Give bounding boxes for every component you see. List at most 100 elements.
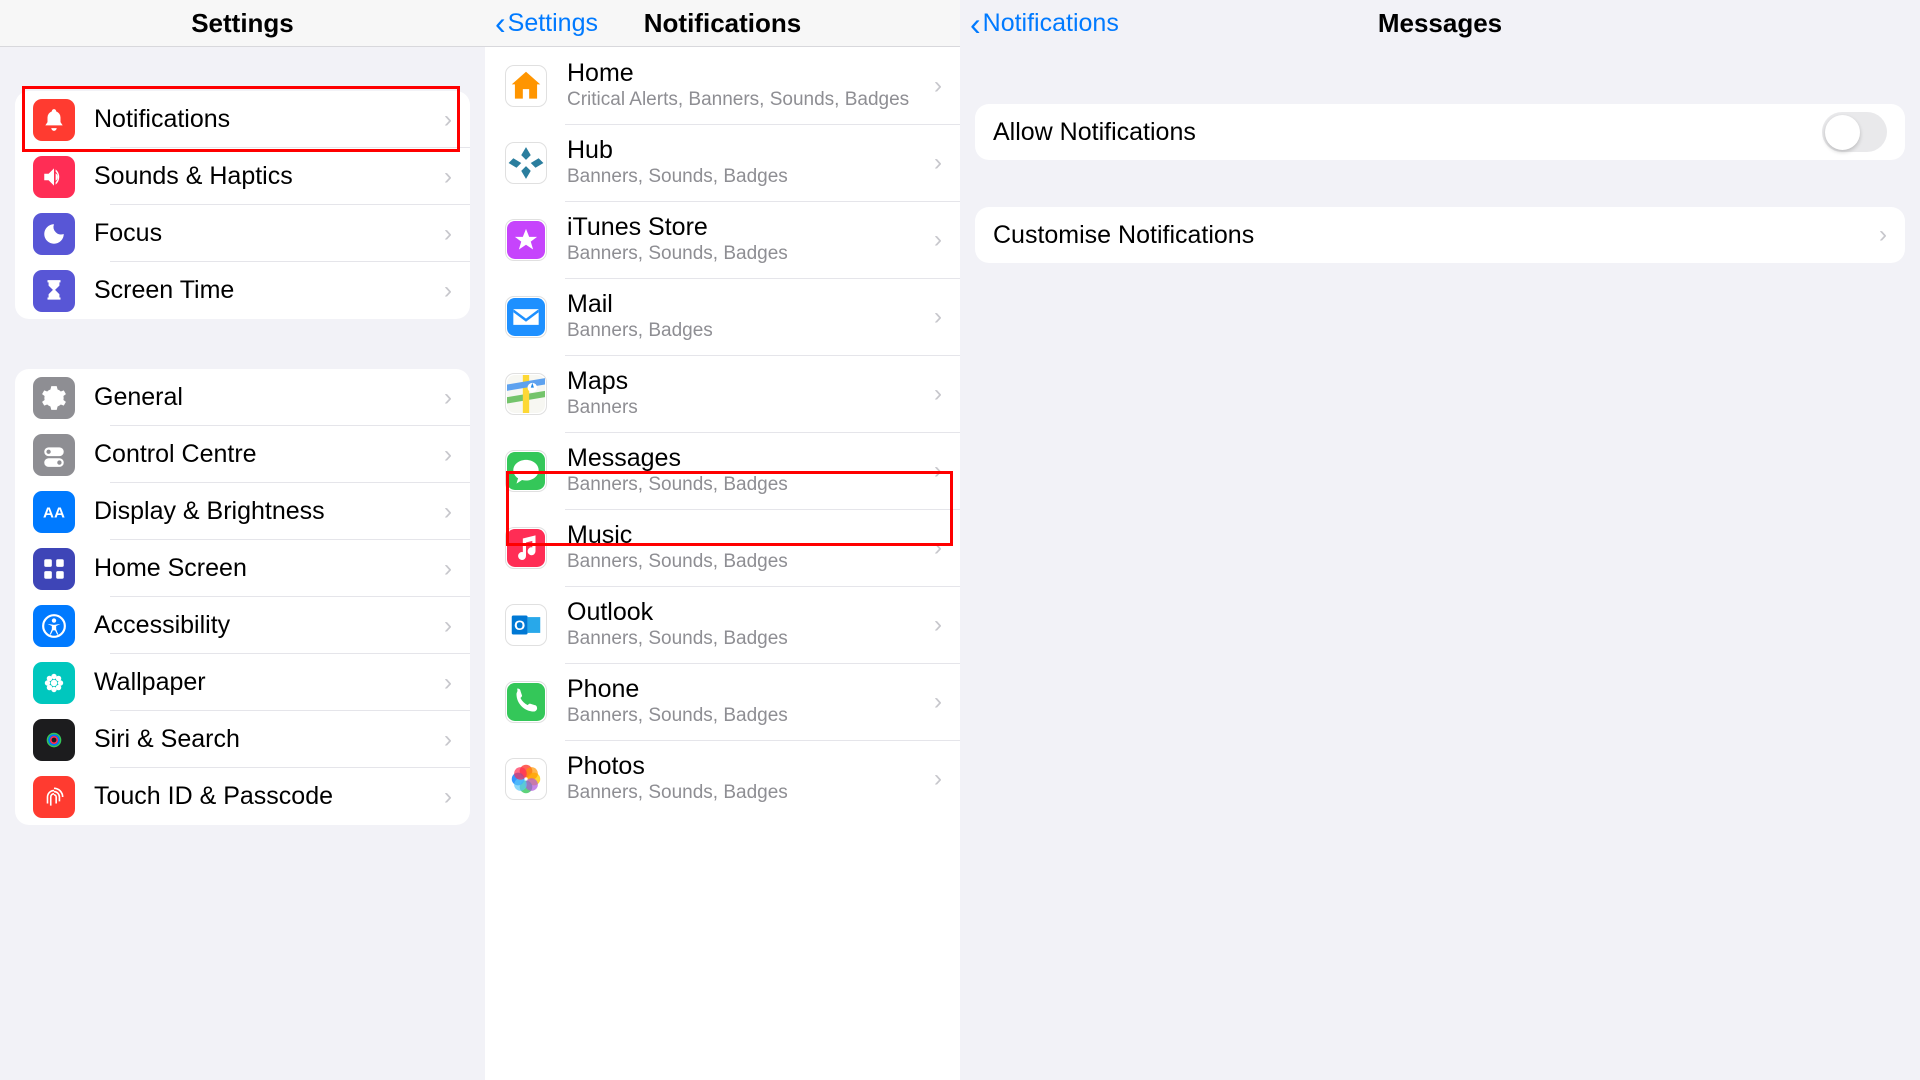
chevron-right-icon: › xyxy=(934,457,942,485)
toggle-knob xyxy=(1825,115,1860,150)
app-row-maps[interactable]: MapsBanners› xyxy=(485,355,960,432)
app-row-sublabel: Banners, Sounds, Badges xyxy=(567,781,934,806)
settings-row-label: Touch ID & Passcode xyxy=(94,782,444,811)
app-row-mail[interactable]: MailBanners, Badges› xyxy=(485,278,960,355)
customise-notifications-group: Customise Notifications › xyxy=(975,207,1905,263)
app-row-label: Phone xyxy=(567,674,934,704)
hourglass-icon xyxy=(33,270,75,312)
speaker-icon xyxy=(33,156,75,198)
settings-row-touch-id-passcode[interactable]: Touch ID & Passcode› xyxy=(15,768,470,825)
accessibility-icon xyxy=(33,605,75,647)
chevron-right-icon: › xyxy=(934,534,942,562)
chevron-right-icon: › xyxy=(444,669,452,697)
page-title-messages: Messages xyxy=(1378,8,1502,39)
app-row-sublabel: Banners, Badges xyxy=(567,319,934,344)
settings-row-label: General xyxy=(94,383,444,412)
app-row-label: Outlook xyxy=(567,597,934,627)
settings-row-screen-time[interactable]: Screen Time› xyxy=(15,262,470,319)
messages-icon xyxy=(505,450,547,492)
chevron-right-icon: › xyxy=(444,726,452,754)
back-to-notifications[interactable]: ‹ Notifications xyxy=(970,8,1119,40)
siri-icon xyxy=(33,719,75,761)
aa-icon xyxy=(33,491,75,533)
app-row-messages[interactable]: MessagesBanners, Sounds, Badges› xyxy=(485,432,960,509)
app-row-sublabel: Critical Alerts, Banners, Sounds, Badges xyxy=(567,88,934,113)
bell-icon xyxy=(33,99,75,141)
app-row-label: Maps xyxy=(567,366,934,396)
settings-row-label: Display & Brightness xyxy=(94,497,444,526)
app-row-music[interactable]: MusicBanners, Sounds, Badges› xyxy=(485,509,960,586)
grid4-icon xyxy=(33,548,75,590)
settings-row-notifications[interactable]: Notifications› xyxy=(15,91,470,148)
app-row-label: Messages xyxy=(567,443,934,473)
settings-row-accessibility[interactable]: Accessibility› xyxy=(15,597,470,654)
chevron-right-icon: › xyxy=(444,106,452,134)
chevron-right-icon: › xyxy=(934,765,942,793)
app-row-hub[interactable]: HubBanners, Sounds, Badges› xyxy=(485,124,960,201)
app-row-photos[interactable]: PhotosBanners, Sounds, Badges› xyxy=(485,740,960,817)
app-row-sublabel: Banners, Sounds, Badges xyxy=(567,550,934,575)
flower-icon xyxy=(33,662,75,704)
page-title-notifications: Notifications xyxy=(644,8,801,39)
chevron-right-icon: › xyxy=(444,277,452,305)
settings-row-home-screen[interactable]: Home Screen› xyxy=(15,540,470,597)
settings-header: Settings xyxy=(0,0,485,47)
allow-notifications-row: Allow Notifications xyxy=(975,104,1905,160)
customise-notifications-row[interactable]: Customise Notifications › xyxy=(975,207,1905,263)
settings-row-wallpaper[interactable]: Wallpaper› xyxy=(15,654,470,711)
settings-row-general[interactable]: General› xyxy=(15,369,470,426)
chevron-right-icon: › xyxy=(934,72,942,100)
settings-row-label: Focus xyxy=(94,219,444,248)
settings-row-sounds-haptics[interactable]: Sounds & Haptics› xyxy=(15,148,470,205)
settings-row-control-centre[interactable]: Control Centre› xyxy=(15,426,470,483)
settings-row-siri-search[interactable]: Siri & Search› xyxy=(15,711,470,768)
customise-notifications-label: Customise Notifications xyxy=(993,221,1879,250)
page-title-settings: Settings xyxy=(191,8,294,39)
app-row-label: Mail xyxy=(567,289,934,319)
star-icon xyxy=(505,219,547,261)
app-row-label: iTunes Store xyxy=(567,212,934,242)
music-icon xyxy=(505,527,547,569)
chevron-right-icon: › xyxy=(934,380,942,408)
chevron-right-icon: › xyxy=(934,611,942,639)
app-row-itunes-store[interactable]: iTunes StoreBanners, Sounds, Badges› xyxy=(485,201,960,278)
fingerprint-icon xyxy=(33,776,75,818)
app-row-label: Home xyxy=(567,58,934,88)
app-row-home[interactable]: HomeCritical Alerts, Banners, Sounds, Ba… xyxy=(485,47,960,124)
chevron-left-icon: ‹ xyxy=(970,8,981,40)
settings-row-focus[interactable]: Focus› xyxy=(15,205,470,262)
chevron-right-icon: › xyxy=(1879,221,1887,249)
home-icon xyxy=(505,65,547,107)
app-row-sublabel: Banners, Sounds, Badges xyxy=(567,165,934,190)
settings-row-label: Control Centre xyxy=(94,440,444,469)
app-row-label: Photos xyxy=(567,751,934,781)
settings-row-label: Wallpaper xyxy=(94,668,444,697)
settings-row-label: Accessibility xyxy=(94,611,444,640)
app-row-sublabel: Banners, Sounds, Badges xyxy=(567,473,934,498)
chevron-left-icon: ‹ xyxy=(495,7,506,39)
chevron-right-icon: › xyxy=(934,688,942,716)
chevron-right-icon: › xyxy=(444,555,452,583)
app-row-sublabel: Banners, Sounds, Badges xyxy=(567,704,934,729)
settings-row-label: Notifications xyxy=(94,105,444,134)
app-row-label: Hub xyxy=(567,135,934,165)
allow-notifications-toggle[interactable] xyxy=(1822,112,1887,152)
outlook-icon xyxy=(505,604,547,646)
app-row-sublabel: Banners, Sounds, Badges xyxy=(567,242,934,267)
maps-icon xyxy=(505,373,547,415)
app-row-outlook[interactable]: OutlookBanners, Sounds, Badges› xyxy=(485,586,960,663)
settings-row-label: Home Screen xyxy=(94,554,444,583)
allow-notifications-group: Allow Notifications xyxy=(975,104,1905,160)
back-to-settings[interactable]: ‹ Settings xyxy=(495,7,598,39)
allow-notifications-label: Allow Notifications xyxy=(993,118,1822,147)
chevron-right-icon: › xyxy=(934,226,942,254)
chevron-right-icon: › xyxy=(444,384,452,412)
switches-icon xyxy=(33,434,75,476)
phone-icon xyxy=(505,681,547,723)
settings-row-display-brightness[interactable]: Display & Brightness› xyxy=(15,483,470,540)
chevron-right-icon: › xyxy=(444,783,452,811)
settings-row-label: Screen Time xyxy=(94,276,444,305)
app-row-phone[interactable]: PhoneBanners, Sounds, Badges› xyxy=(485,663,960,740)
settings-row-label: Sounds & Haptics xyxy=(94,162,444,191)
chevron-right-icon: › xyxy=(934,303,942,331)
